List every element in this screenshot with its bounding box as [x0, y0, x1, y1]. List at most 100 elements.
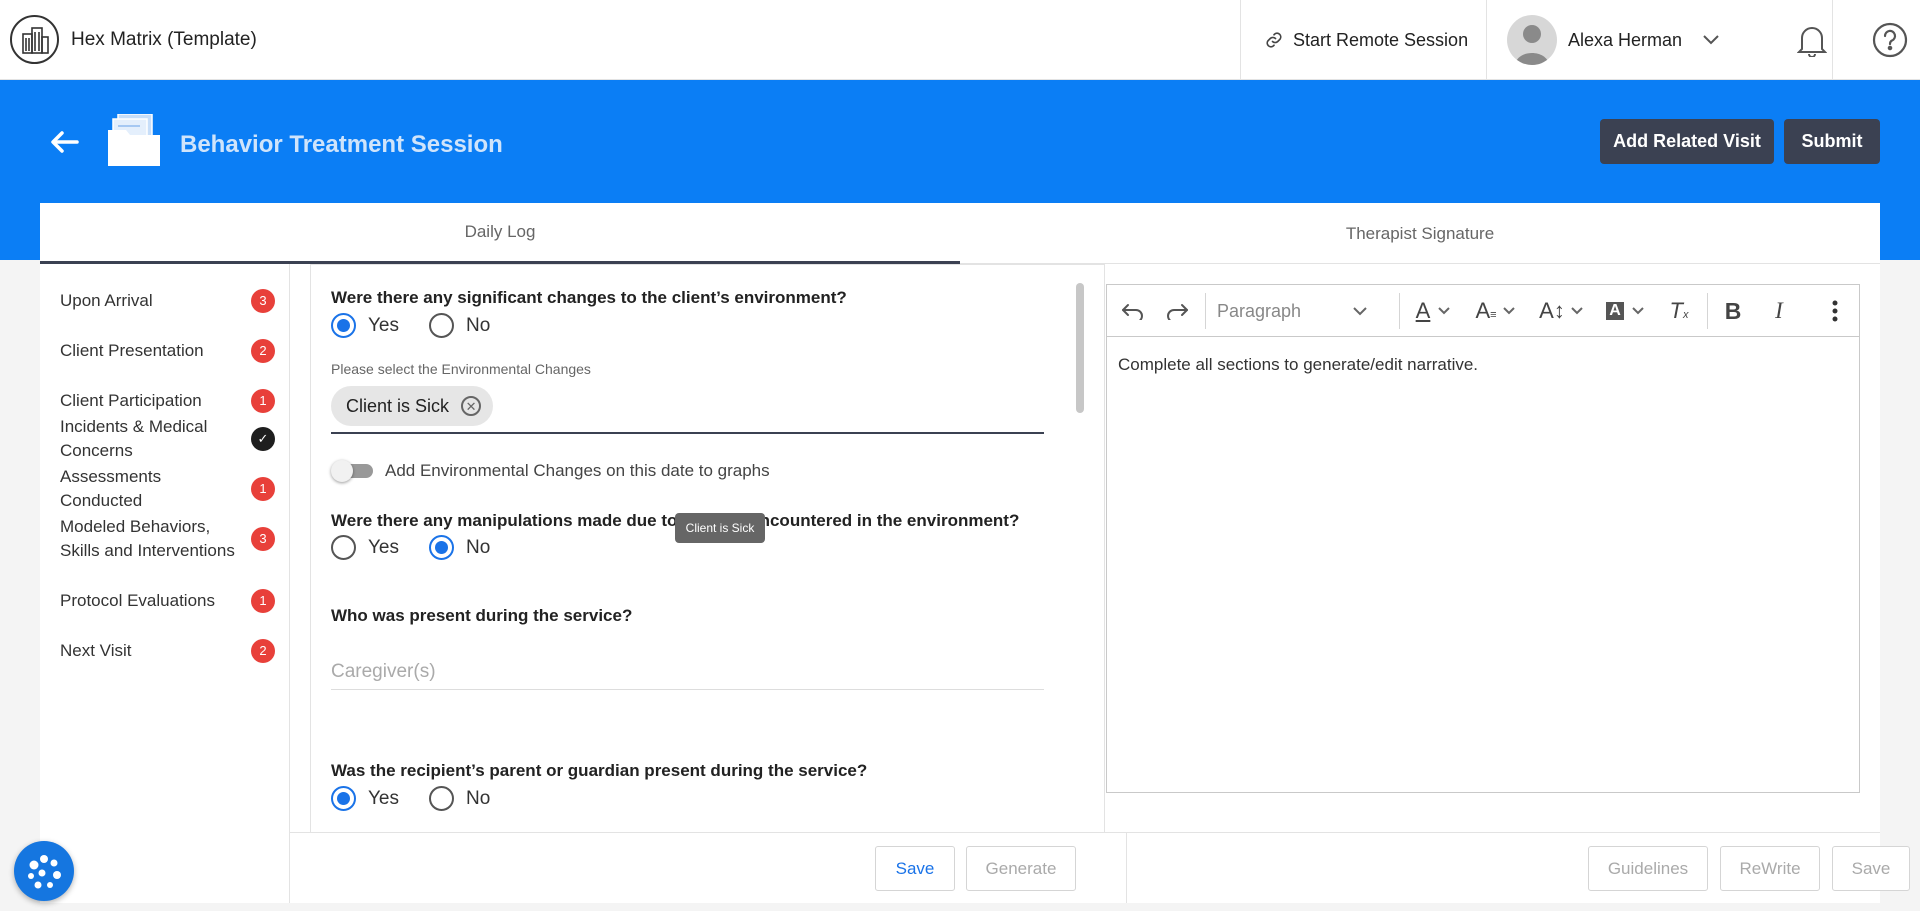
- count-badge: 1: [251, 477, 275, 501]
- guidelines-button[interactable]: Guidelines: [1588, 846, 1708, 891]
- graph-toggle[interactable]: [331, 460, 375, 482]
- avatar: [1507, 15, 1557, 65]
- sidebar-item-client-participation[interactable]: Client Participation 1: [60, 389, 275, 413]
- redo-icon: [1167, 304, 1188, 320]
- radio-label: No: [466, 314, 491, 336]
- rewrite-button[interactable]: ReWrite: [1720, 846, 1820, 891]
- back-button[interactable]: [50, 130, 80, 159]
- sidebar-item-label: Client Participation: [60, 391, 202, 410]
- chevron-down-icon: [1703, 35, 1719, 45]
- tab-daily-log[interactable]: Daily Log: [40, 203, 960, 264]
- section-sidebar: Upon Arrival 3 Client Presentation 2 Cli…: [40, 264, 290, 903]
- count-badge: 2: [251, 339, 275, 363]
- question-environment-changes: Were there any significant changes to th…: [331, 288, 847, 307]
- remove-chip-icon[interactable]: ✕: [461, 396, 482, 416]
- italic-icon: I: [1775, 298, 1783, 323]
- bell-icon: [1797, 27, 1827, 57]
- highlight-button[interactable]: A: [1599, 285, 1651, 337]
- form-scrollbar[interactable]: [1076, 283, 1084, 413]
- count-badge: 1: [251, 389, 275, 413]
- bold-icon: B: [1724, 297, 1742, 324]
- radio-label: Yes: [368, 536, 399, 558]
- graph-toggle-row: Add Environmental Changes on this date t…: [331, 460, 770, 482]
- editor-actions: Guidelines ReWrite Save: [1126, 832, 1910, 903]
- font-size-button[interactable]: A↕: [1533, 285, 1589, 337]
- radio-label: No: [466, 536, 491, 558]
- guardian-radio-group: Yes No: [331, 786, 520, 811]
- sidebar-item-incidents-medical-concerns[interactable]: Incidents & Medical Concerns ✓: [60, 415, 275, 463]
- save-narrative-button[interactable]: Save: [1832, 846, 1910, 891]
- brand[interactable]: Hex Matrix (Template): [10, 15, 257, 64]
- sidebar-item-next-visit[interactable]: Next Visit 2: [60, 639, 275, 663]
- add-related-visit-button[interactable]: Add Related Visit: [1600, 119, 1774, 164]
- toggle-label: Add Environmental Changes on this date t…: [385, 461, 770, 480]
- chip-input-underline: [331, 432, 1044, 434]
- tab-therapist-signature[interactable]: Therapist Signature: [960, 203, 1880, 264]
- clear-formatting-icon: Tx: [1669, 298, 1689, 323]
- cookie-settings-button[interactable]: [14, 841, 74, 901]
- paragraph-style-label: Paragraph: [1217, 300, 1302, 321]
- sidebar-item-label: Protocol Evaluations: [60, 591, 215, 610]
- sidebar-item-client-presentation[interactable]: Client Presentation 2: [60, 339, 275, 363]
- font-family-button[interactable]: A≡: [1469, 285, 1521, 337]
- sidebar-item-label: Incidents & Medical Concerns: [60, 417, 208, 460]
- radio-yes[interactable]: Yes: [331, 313, 399, 338]
- radio-button[interactable]: [331, 535, 356, 560]
- redo-button[interactable]: [1159, 285, 1195, 337]
- radio-button[interactable]: [429, 786, 454, 811]
- question-who-present: Who was present during the service?: [331, 606, 633, 625]
- daily-log-form: Were there any significant changes to th…: [310, 264, 1105, 832]
- narrative-text[interactable]: Complete all sections to generate/edit n…: [1118, 355, 1478, 375]
- radio-no[interactable]: No: [429, 313, 490, 338]
- paragraph-style-dropdown[interactable]: Paragraph: [1217, 285, 1367, 337]
- count-badge: 1: [251, 589, 275, 613]
- save-button[interactable]: Save: [875, 846, 955, 891]
- radio-no[interactable]: No: [429, 535, 490, 560]
- sidebar-item-upon-arrival[interactable]: Upon Arrival 3: [60, 289, 275, 313]
- tab-bar: Daily Log Therapist Signature: [40, 203, 1880, 264]
- sidebar-item-modeled-behaviors[interactable]: Modeled Behaviors, Skills and Interventi…: [60, 515, 275, 563]
- more-vertical-icon: [1832, 300, 1838, 322]
- generate-button[interactable]: Generate: [966, 846, 1076, 891]
- font-color-button[interactable]: A: [1407, 285, 1459, 337]
- document-folder-icon: [108, 113, 162, 171]
- count-badge: 2: [251, 639, 275, 663]
- radio-yes[interactable]: Yes: [331, 535, 399, 560]
- chevron-down-icon: [1438, 307, 1451, 315]
- font-color-icon: A: [1415, 298, 1431, 323]
- help-icon: [1872, 22, 1908, 58]
- caregiver-input[interactable]: Caregiver(s): [331, 654, 1044, 690]
- radio-button-selected[interactable]: [331, 313, 356, 338]
- more-options-button[interactable]: [1817, 285, 1853, 337]
- radio-button-selected[interactable]: [331, 786, 356, 811]
- radio-button-selected[interactable]: [429, 535, 454, 560]
- radio-yes[interactable]: Yes: [331, 786, 399, 811]
- radio-label: Yes: [368, 314, 399, 336]
- cookie-icon: [28, 855, 61, 889]
- bold-button[interactable]: B: [1715, 285, 1751, 337]
- italic-button[interactable]: I: [1761, 285, 1797, 337]
- tooltip: Client is Sick: [675, 513, 765, 543]
- submit-button[interactable]: Submit: [1784, 119, 1880, 164]
- environment-changes-radio-group: Yes No: [331, 313, 520, 338]
- radio-no[interactable]: No: [429, 786, 490, 811]
- radio-button[interactable]: [429, 313, 454, 338]
- highlight-icon: A: [1606, 302, 1624, 320]
- sidebar-item-protocol-evaluations[interactable]: Protocol Evaluations 1: [60, 589, 275, 613]
- undo-button[interactable]: [1115, 285, 1151, 337]
- building-logo-icon: [10, 15, 59, 64]
- help-button[interactable]: [1832, 0, 1920, 80]
- sidebar-item-assessments-conducted[interactable]: Assessments Conducted 1: [60, 465, 275, 513]
- chevron-down-icon: [1502, 307, 1515, 315]
- radio-label: No: [466, 787, 491, 809]
- radio-label: Yes: [368, 787, 399, 809]
- selected-change-chip[interactable]: Client is Sick ✕: [331, 386, 494, 426]
- clear-formatting-button[interactable]: Tx: [1661, 285, 1697, 337]
- font-size-icon: A↕: [1539, 298, 1565, 323]
- arrow-left-icon: [51, 131, 79, 153]
- chevron-down-icon: [1353, 306, 1367, 315]
- sidebar-item-label: Next Visit: [60, 641, 132, 660]
- environmental-changes-label: Please select the Environmental Changes: [331, 361, 591, 377]
- start-remote-session-button[interactable]: Start Remote Session: [1240, 0, 1486, 80]
- user-name: Alexa Herman: [1568, 29, 1683, 50]
